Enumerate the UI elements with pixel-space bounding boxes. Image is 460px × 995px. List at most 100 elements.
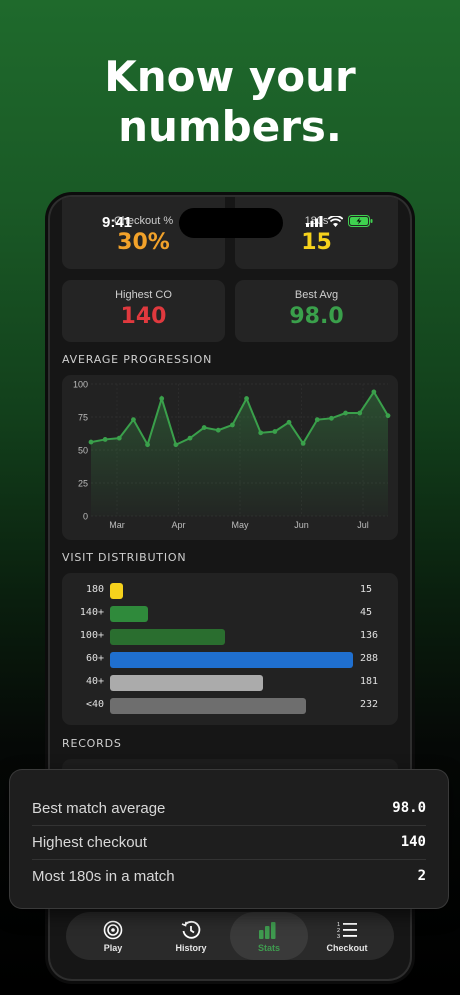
distribution-bar <box>110 675 263 691</box>
x-tick-label: Apr <box>171 520 185 530</box>
status-icons <box>306 215 373 227</box>
distribution-row: 180 15 <box>62 583 398 599</box>
tab-checkout[interactable]: 1 2 3 Checkout <box>308 912 386 960</box>
distribution-label: 140+ <box>79 607 104 618</box>
tab-bar: Play History Stats 1 2 3 Checkout <box>66 912 394 960</box>
distribution-row: 140+ 45 <box>62 606 398 622</box>
tab-label: Stats <box>257 943 280 953</box>
best-average-card: Best Avg 98.0 <box>235 280 398 342</box>
data-point <box>314 417 320 423</box>
target-icon <box>103 920 123 940</box>
dynamic-island <box>179 208 283 238</box>
data-point <box>244 396 249 401</box>
y-tick-label: 75 <box>78 413 88 423</box>
distribution-label: 100+ <box>79 630 104 641</box>
distribution-count: 136 <box>360 630 379 641</box>
data-point <box>187 435 193 441</box>
distribution-bar <box>110 606 148 622</box>
data-point <box>173 442 179 448</box>
highest-checkout-card: Highest CO 140 <box>62 280 225 342</box>
data-point <box>272 429 278 434</box>
data-point <box>201 425 207 430</box>
headline: Know your numbers. <box>0 52 460 152</box>
record-label: Most 180s in a match <box>32 868 175 885</box>
distribution-row: 40+ 181 <box>62 675 398 691</box>
distribution-row: 100+ 136 <box>62 629 398 645</box>
distribution-row: 60+ 288 <box>62 652 398 668</box>
progression-chart-panel: 100 75 50 25 0 Mar Apr May Jun Jul <box>62 375 398 540</box>
data-point <box>88 439 94 445</box>
tab-label: Checkout <box>326 943 368 953</box>
stat-value: 140 <box>120 304 167 329</box>
data-point <box>329 415 334 421</box>
distribution-bar <box>110 629 225 645</box>
headline-line-2: numbers. <box>118 102 342 151</box>
section-title-records: RECORDS <box>62 737 122 750</box>
progression-line-chart: 100 75 50 25 0 Mar Apr May Jun Jul <box>73 380 391 530</box>
x-tick-label: May <box>231 520 249 530</box>
record-row-best-average: Best match average 98.0 <box>32 792 426 826</box>
section-title-distribution: VISIT DISTRIBUTION <box>62 551 187 564</box>
distribution-bar <box>110 652 353 668</box>
distribution-count: 232 <box>360 699 379 710</box>
data-point <box>371 389 377 395</box>
distribution-label: 60+ <box>85 653 104 664</box>
data-point <box>159 396 165 401</box>
wifi-icon <box>328 215 343 227</box>
data-point <box>131 417 136 423</box>
bar-chart-icon <box>259 922 276 939</box>
data-point <box>215 427 221 433</box>
data-point <box>116 435 122 441</box>
record-row-most-180s: Most 180s in a match 2 <box>32 860 426 893</box>
distribution-bar <box>110 698 306 714</box>
tab-play[interactable]: Play <box>74 912 152 960</box>
battery-icon <box>348 215 373 227</box>
record-label: Best match average <box>32 800 166 817</box>
records-card: Best match average 98.0 Highest checkout… <box>10 770 448 908</box>
stat-label: Best Avg <box>294 289 339 301</box>
data-point <box>300 441 306 446</box>
record-label: Highest checkout <box>32 834 148 851</box>
tab-label: Play <box>103 943 123 953</box>
data-point <box>286 419 292 425</box>
record-value: 140 <box>400 834 426 850</box>
data-point <box>357 410 363 416</box>
headline-line-1: Know your <box>104 52 356 101</box>
distribution-panel: 180 15 140+ 45 100+ 136 60+ 288 40+ 181 <40 232 <box>62 573 398 725</box>
data-point <box>258 430 264 436</box>
tab-label: History <box>175 943 207 953</box>
section-title-progression: AVERAGE PROGRESSION <box>62 353 213 366</box>
stat-value: 98.0 <box>289 304 344 329</box>
y-tick-label: 50 <box>78 446 88 456</box>
distribution-label: 40+ <box>85 676 104 687</box>
status-time: 9:41 <box>102 214 133 231</box>
data-point <box>145 442 150 448</box>
tab-stats[interactable]: Stats <box>230 912 308 960</box>
data-point <box>343 410 348 416</box>
svg-text:3: 3 <box>337 934 340 940</box>
tab-history[interactable]: History <box>152 912 230 960</box>
y-tick-label: 0 <box>83 512 88 522</box>
x-tick-label: Mar <box>109 520 125 530</box>
record-row-highest-checkout: Highest checkout 140 <box>32 826 426 860</box>
data-point <box>230 422 235 428</box>
distribution-label: 180 <box>85 584 104 595</box>
x-tick-label: Jun <box>294 520 309 530</box>
history-icon <box>181 920 201 939</box>
x-tick-label: Jul <box>357 520 369 530</box>
distribution-row: <40 232 <box>62 698 398 714</box>
distribution-label: <40 <box>85 699 104 710</box>
distribution-bar <box>110 583 123 599</box>
data-point <box>385 413 391 419</box>
record-value: 2 <box>417 868 426 884</box>
stat-label: Highest CO <box>115 289 172 301</box>
signal-icon <box>306 215 323 227</box>
record-value: 98.0 <box>392 800 426 816</box>
distribution-count: 15 <box>360 584 373 595</box>
data-point <box>102 437 108 442</box>
y-tick-label: 25 <box>78 479 88 489</box>
y-tick-label: 100 <box>73 380 88 390</box>
distribution-count: 45 <box>360 607 373 618</box>
distribution-count: 181 <box>360 676 379 687</box>
distribution-count: 288 <box>360 653 379 664</box>
